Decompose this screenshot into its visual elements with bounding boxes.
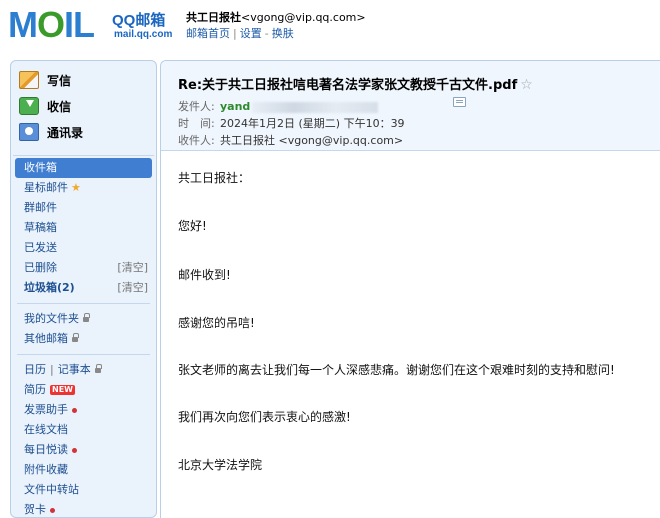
time-label: 时 间: [178,117,215,130]
notes-link[interactable]: 记事本 [58,363,91,376]
resume-label: 简历 [24,383,46,396]
mail-to-row: 收件人: 共工日报社 <vgong@vip.qq.com> [178,132,403,148]
receive-mail-button[interactable]: 收信 [19,93,83,119]
folder-spam[interactable]: 垃圾箱(2) [清空] [13,278,154,298]
app-calendar-notes: 日历 | 记事本 [13,360,154,380]
qq-mail-logo[interactable]: MOIL QQ邮箱 mail.qq.com [8,4,184,45]
folder-deleted-label: 已删除 [24,261,57,274]
my-folders-label: 我的文件夹 [24,312,79,325]
recipient: 共工日报社 <vgong@vip.qq.com> [220,134,404,147]
daily-read-label: 每日悦读 [24,443,68,456]
account-email: <vgong@vip.qq.com> [241,11,366,24]
contact-card-icon[interactable] [453,97,466,107]
folder-starred-label: 星标邮件 [24,181,68,194]
mail-time: 2024年1月2日 (星期二) 下午10：39 [220,117,405,130]
sender-redacted [252,101,379,113]
compose-label: 写信 [47,73,72,88]
notification-dot [50,507,55,513]
body-line: 共工日报社： [178,171,251,185]
app-invoice[interactable]: 发票助手 [13,400,154,420]
app-resume[interactable]: 简历 NEW [13,380,154,400]
folder-sent[interactable]: 已发送 [13,238,154,258]
top-header: MOIL QQ邮箱 mail.qq.com 共工日报社<vgong@vip.qq… [0,0,660,58]
mailbox-home-link[interactable]: 邮箱首页 [186,27,230,40]
empty-deleted-button[interactable]: [清空] [117,258,148,278]
body-line: 北京大学法学院 [178,458,263,472]
mail-view: Re:关于共工日报社唁电著名法学家张文教授千古文件.pdf ☆ 发件人: yand … [160,60,660,518]
empty-spam-button[interactable]: [清空] [117,278,148,298]
app-daily-read[interactable]: 每日悦读 [13,440,154,460]
mail-header: Re:关于共工日报社唁电著名法学家张文教授千古文件.pdf ☆ 发件人: yand … [161,61,660,151]
body-line: 张文老师的离去让我们每一个人深感悲痛。谢谢您们在这个艰难时刻的支持和慰问! [178,363,615,377]
mail-from-row: 发件人: yand [178,98,379,114]
app-attachments[interactable]: 附件收藏 [13,460,154,480]
to-label: 收件人: [178,134,215,147]
notification-dot [72,447,77,453]
mail-subject-text: Re:关于共工日报社唁电著名法学家张文教授千古文件.pdf [178,78,518,93]
divider [17,354,150,355]
cards-label: 贺卡 [24,503,46,516]
account-name: 共工日报社 [186,11,241,24]
compose-button[interactable]: 写信 [19,67,83,93]
lock-icon [94,363,102,373]
contacts-button[interactable]: 通讯录 [19,119,83,145]
settings-link[interactable]: 设置 [240,27,262,40]
sender-name[interactable]: yand [220,100,250,113]
folder-other-mailboxes[interactable]: 其他邮箱 [13,329,154,349]
folder-list: 收件箱 星标邮件 ★ 群邮件 草稿箱 已发送 已删除 [清空] 垃圾箱(2) [清空]… [13,155,154,518]
folder-inbox[interactable]: 收件箱 [15,158,152,178]
left-sidebar: 写信 收信 通讯录 收件箱 星标邮件 ★ 群邮件 草稿箱 已发送 已删除 [清空] … [10,60,157,518]
lock-icon [83,312,90,322]
quick-actions: 写信 收信 通讯录 [19,67,83,145]
divider [17,303,150,304]
contacts-icon [19,123,39,141]
account-info: 共工日报社<vgong@vip.qq.com> [186,9,366,25]
compose-icon [19,71,39,89]
body-line: 感谢您的吊唁! [178,316,255,330]
logo-brand: QQ邮箱 [112,12,166,29]
body-line: 您好! [178,219,207,233]
app-docs[interactable]: 在线文档 [13,420,154,440]
app-file-transfer[interactable]: 文件中转站 [13,480,154,500]
contacts-label: 通讯录 [47,125,84,140]
star-icon: ★ [71,181,81,194]
folder-starred[interactable]: 星标邮件 ★ [13,178,154,198]
logo-wordmark: MOIL [8,4,95,45]
folder-group[interactable]: 群邮件 [13,198,154,218]
receive-label: 收信 [47,99,72,114]
from-label: 发件人: [178,100,215,113]
app-cards[interactable]: 贺卡 [13,500,154,518]
star-icon[interactable]: ☆ [520,77,533,93]
body-line: 我们再次向您们表示衷心的感激! [178,410,351,424]
lock-icon [72,332,79,342]
mail-time-row: 时 间: 2024年1月2日 (星期二) 下午10：39 [178,115,405,131]
other-mailboxes-label: 其他邮箱 [24,332,68,345]
header-links: 邮箱首页 | 设置 - 换肤 [186,27,294,40]
folder-my-folders[interactable]: 我的文件夹 [13,309,154,329]
folder-deleted[interactable]: 已删除 [清空] [13,258,154,278]
new-badge: NEW [50,385,75,395]
body-line: 邮件收到! [178,268,231,282]
notification-dot [72,407,77,413]
change-skin-link[interactable]: 换肤 [272,27,294,40]
mail-subject: Re:关于共工日报社唁电著名法学家张文教授千古文件.pdf ☆ [178,74,533,93]
inbox-download-icon [19,97,39,115]
calendar-link[interactable]: 日历 [24,363,46,376]
invoice-label: 发票助手 [24,403,68,416]
logo-domain: mail.qq.com [114,29,173,40]
folder-drafts[interactable]: 草稿箱 [13,218,154,238]
folder-spam-label: 垃圾箱(2) [24,281,75,294]
